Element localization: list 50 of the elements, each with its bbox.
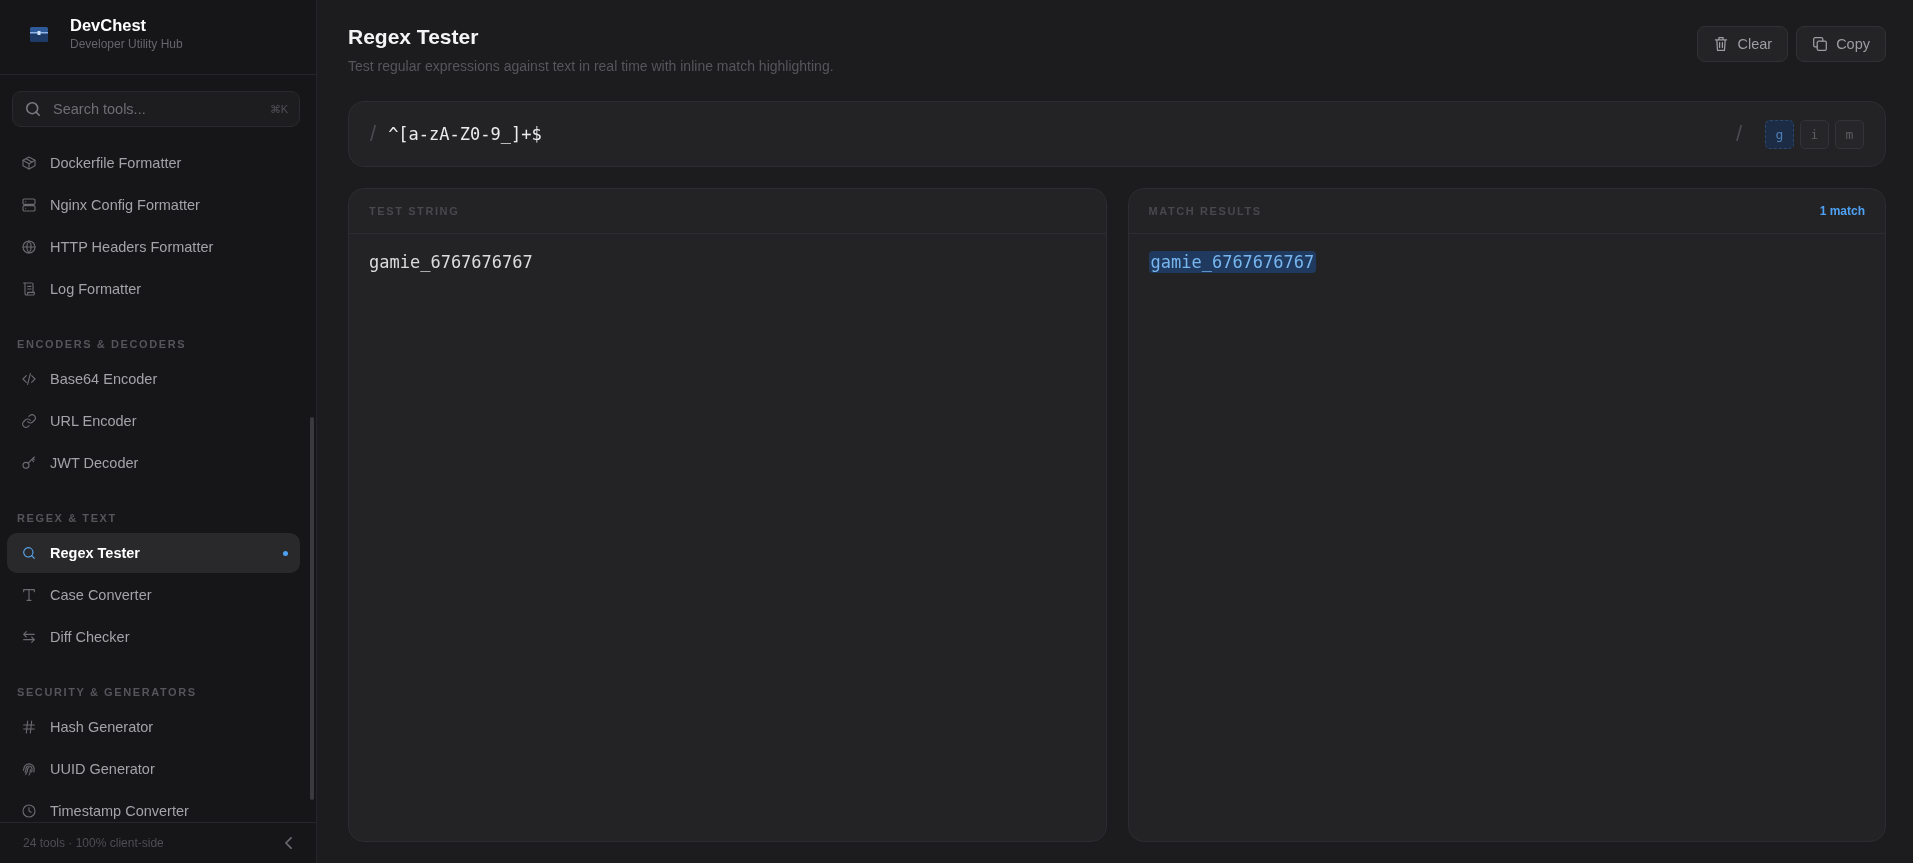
search-icon	[21, 545, 37, 561]
copy-button[interactable]: Copy	[1796, 26, 1886, 62]
page-title: Regex Tester	[348, 24, 480, 50]
chevron-left-icon	[285, 837, 292, 849]
sidebar-item[interactable]: URL Encoder	[7, 401, 300, 441]
app-subtitle: Developer Utility Hub	[70, 36, 183, 52]
scroll-icon	[21, 281, 37, 297]
regex-delimiter: /	[370, 120, 377, 148]
chest-icon	[29, 27, 49, 42]
link-icon	[21, 413, 37, 429]
sidebar-item[interactable]: Case Converter	[7, 575, 300, 615]
box-icon	[21, 155, 37, 171]
section-heading: REGEX & TEXT	[16, 511, 118, 526]
hash-icon	[21, 719, 37, 735]
sidebar-item[interactable]: Timestamp Converter	[7, 791, 300, 822]
key-icon	[21, 455, 37, 471]
sidebar-item[interactable]: JWT Decoder	[7, 443, 300, 483]
globe-icon	[21, 239, 37, 255]
server-icon	[21, 197, 37, 213]
active-dot-icon	[283, 550, 288, 556]
section-heading: ENCODERS & DECODERS	[16, 337, 188, 352]
sidebar-item[interactable]: Base64 Encoder	[7, 359, 300, 399]
match-highlight: gamie_6767676767	[1148, 251, 1317, 273]
footer-text: 24 tools · 100% client-side	[23, 836, 164, 850]
page-description: Test regular expressions against text in real time with inline match highlighting.	[348, 57, 834, 76]
sidebar-item[interactable]: Hash Generator	[7, 707, 300, 747]
sidebar-item[interactable]: HTTP Headers Formatter	[7, 227, 300, 267]
swap-arrows-icon	[21, 629, 37, 645]
regex-delimiter: /	[1735, 120, 1742, 148]
sidebar-item[interactable]: Log Formatter	[7, 269, 300, 309]
sidebar-item[interactable]: Nginx Config Formatter	[7, 185, 300, 225]
sidebar-item[interactable]: UUID Generator	[7, 749, 300, 789]
clock-icon	[21, 803, 37, 819]
clear-button[interactable]: Clear	[1697, 26, 1789, 62]
copy-icon	[1813, 37, 1828, 51]
type-icon	[21, 587, 37, 603]
match-count: 1 match	[1819, 204, 1865, 218]
trash-icon	[1714, 37, 1729, 51]
sidebar-item[interactable]: Dockerfile Formatter	[7, 143, 300, 183]
regex-pattern-field[interactable]: ^[a-zA-Z0-9_]+$	[388, 124, 1736, 144]
search-icon	[26, 102, 40, 116]
section-heading: SECURITY & GENERATORS	[16, 685, 198, 700]
sidebar-item[interactable]: Diff Checker	[7, 617, 300, 657]
sidebar-item[interactable]: Regex Tester	[7, 533, 300, 573]
app-title: DevChest	[70, 15, 148, 35]
scrollbar-thumb[interactable]	[310, 417, 314, 800]
test-string-field[interactable]: gamie_6767676767	[349, 234, 1106, 841]
code-icon	[21, 371, 37, 387]
collapse-button[interactable]	[285, 837, 292, 849]
fingerprint-icon	[21, 761, 37, 777]
